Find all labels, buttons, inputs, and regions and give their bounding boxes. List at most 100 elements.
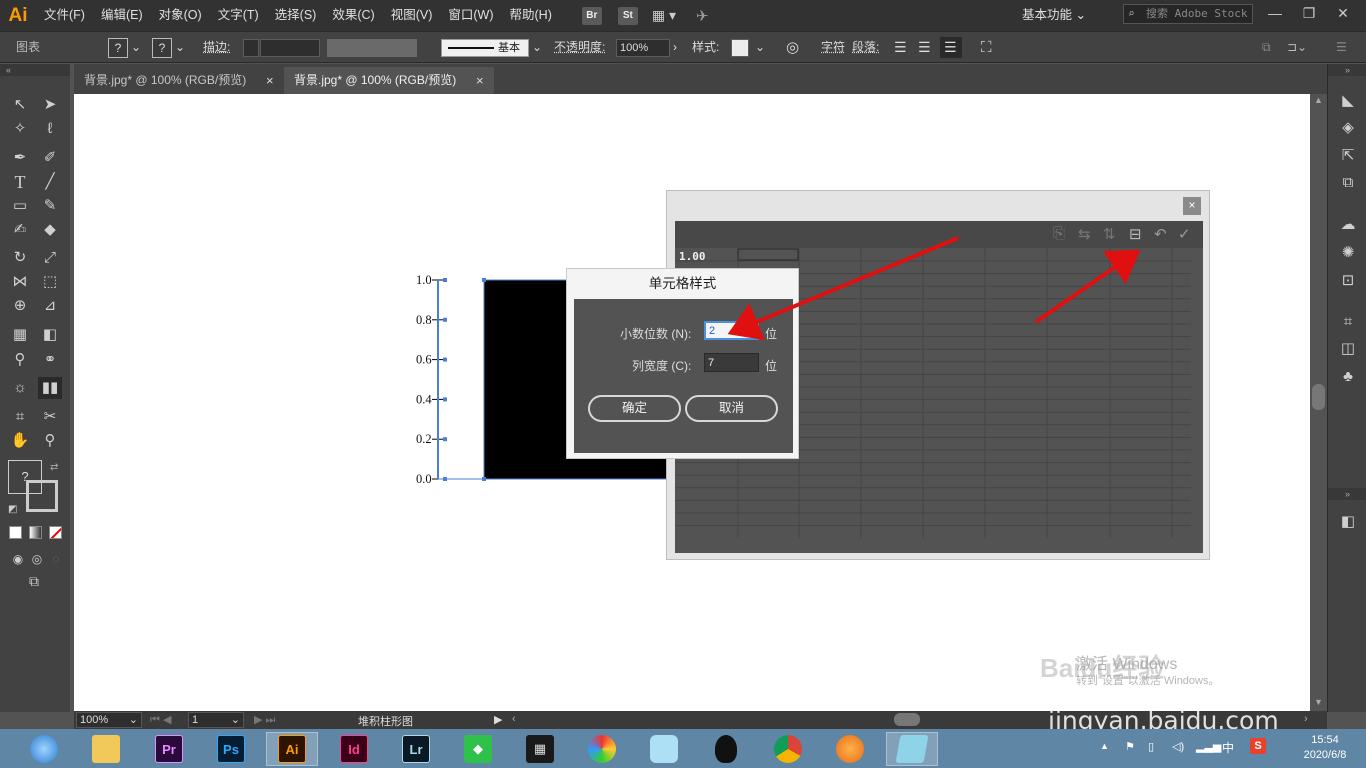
menu-view[interactable]: 视图(V) <box>383 0 441 31</box>
opacity-input[interactable]: 100% <box>616 39 670 57</box>
menu-select[interactable]: 选择(S) <box>267 0 325 31</box>
close-icon[interactable]: × <box>1183 197 1201 215</box>
colorful-app-icon[interactable] <box>576 732 628 766</box>
sogou-ime-icon[interactable]: S <box>1250 738 1266 754</box>
browser-360-icon[interactable] <box>18 732 70 766</box>
hscroll-thumb[interactable] <box>894 713 920 726</box>
menu-edit[interactable]: 编辑(E) <box>93 0 151 31</box>
chrome-icon[interactable] <box>762 732 814 766</box>
cell-style-icon[interactable]: ⊟ <box>1129 225 1142 243</box>
mesh-tool-icon[interactable]: ▦ <box>8 324 32 346</box>
gradient-tool-icon[interactable]: ◧ <box>38 324 62 346</box>
workspace-switcher[interactable]: 基本功能 ⌄ <box>1022 0 1086 31</box>
apply-icon[interactable]: ✓ <box>1178 225 1191 243</box>
menu-file[interactable]: 文件(F) <box>36 0 93 31</box>
tray-volume-icon[interactable]: ◁) <box>1172 740 1184 753</box>
menu-help[interactable]: 帮助(H) <box>502 0 560 31</box>
arrange-documents-icon[interactable]: ▦ ▾ <box>652 7 676 24</box>
opacity-label[interactable]: 不透明度: <box>554 32 605 63</box>
draw-inside-icon[interactable]: ◌ <box>44 548 68 570</box>
magic-wand-tool-icon[interactable]: ✧ <box>8 118 32 140</box>
character-link[interactable]: 字符 <box>821 32 845 63</box>
expand-panel-icon[interactable]: » <box>1328 488 1366 500</box>
close-window-button[interactable]: ✕ <box>1326 0 1360 28</box>
fill-swatch[interactable]: ? <box>108 38 128 58</box>
color-mode-icon[interactable] <box>9 526 22 539</box>
video-editor-icon[interactable]: ▦ <box>514 732 566 766</box>
close-icon[interactable]: × <box>266 67 274 94</box>
selection-handle[interactable] <box>443 357 447 362</box>
switch-xy-icon[interactable]: ⇅ <box>1103 225 1116 243</box>
chevron-down-icon[interactable]: ⌄ <box>131 32 141 63</box>
symbol-sprayer-tool-icon[interactable]: ☼ <box>8 377 32 399</box>
free-transform-tool-icon[interactable]: ⬚ <box>38 271 62 293</box>
isolate-icon[interactable]: ⊐⌄ <box>1287 32 1307 63</box>
chevron-right-icon[interactable]: › <box>673 32 677 63</box>
blend-tool-icon[interactable]: ⚭ <box>38 349 62 371</box>
fox-app-icon[interactable] <box>824 732 876 766</box>
panel-menu-icon[interactable]: ☰ <box>1336 32 1347 63</box>
direct-selection-tool-icon[interactable]: ➤ <box>38 94 62 116</box>
type-tool-icon[interactable]: T <box>8 171 32 193</box>
collapse-panel-icon[interactable]: « <box>0 64 70 76</box>
revert-icon[interactable]: ↶ <box>1154 225 1167 243</box>
pathfinder-icon[interactable]: ◫ <box>1338 339 1358 359</box>
export-icon[interactable]: ⇱ <box>1338 146 1358 166</box>
decimals-input[interactable] <box>704 321 759 340</box>
shape-builder-tool-icon[interactable]: ⊕ <box>8 295 32 317</box>
ime-indicator[interactable]: 中 <box>1222 739 1234 756</box>
paintbrush-tool-icon[interactable]: ✎ <box>38 195 62 217</box>
menu-window[interactable]: 窗口(W) <box>440 0 501 31</box>
stroke-label[interactable]: 描边: <box>203 32 230 63</box>
gradient-mode-icon[interactable] <box>29 526 42 539</box>
transpose-icon[interactable]: ⇆ <box>1078 225 1091 243</box>
minimize-button[interactable]: — <box>1258 0 1292 28</box>
variable-width-profile[interactable] <box>327 39 417 57</box>
eraser-tool-icon[interactable]: ◆ <box>38 219 62 241</box>
ok-button[interactable]: 确定 <box>588 395 681 422</box>
tray-battery-icon[interactable]: ▯ <box>1148 740 1154 753</box>
eyedropper-tool-icon[interactable]: ⚲ <box>8 349 32 371</box>
lasso-tool-icon[interactable]: ℓ <box>38 118 62 140</box>
transform-icon[interactable]: ⛶ <box>981 32 992 63</box>
cell-value[interactable]: 1.00 <box>679 250 706 263</box>
tab-document-2[interactable]: 背景.jpg* @ 100% (RGB/预览) × <box>284 67 494 94</box>
chevron-down-icon[interactable]: ⌄ <box>175 32 185 63</box>
properties-icon[interactable]: ⊡ <box>1338 271 1358 291</box>
illustrator-icon[interactable]: Ai <box>266 732 318 766</box>
stroke-swatch[interactable]: ? <box>152 38 172 58</box>
libraries-icon[interactable]: ☁ <box>1338 215 1358 235</box>
swap-colors-icon[interactable]: ⇄ <box>50 462 58 473</box>
perspective-grid-tool-icon[interactable]: ⊿ <box>38 295 62 317</box>
selection-handle[interactable] <box>443 437 447 442</box>
first-artboard-icon[interactable]: ⏮ ◀ <box>150 713 171 727</box>
artboard-number-input[interactable]: 1 ⌄ <box>188 712 244 728</box>
layers-icon[interactable]: ⧉ <box>1338 173 1358 193</box>
gpu-performance-icon[interactable]: ✈ <box>696 7 709 25</box>
expand-panel-icon[interactable]: » <box>1328 64 1366 76</box>
selection-handle[interactable] <box>443 278 447 282</box>
premiere-icon[interactable]: Pr <box>143 732 195 766</box>
selection-handle[interactable] <box>443 317 447 322</box>
scroll-right-icon[interactable]: › <box>1304 713 1308 725</box>
import-data-icon[interactable]: ⎘ <box>1053 225 1065 242</box>
close-icon[interactable]: × <box>476 67 484 94</box>
symbols-icon[interactable]: ♣ <box>1338 367 1358 387</box>
recolor-artwork-icon[interactable]: ◎ <box>786 32 799 63</box>
artboard-tool-icon[interactable]: ⌗ <box>8 406 32 428</box>
width-tool-icon[interactable]: ⋈ <box>8 271 32 293</box>
none-mode-icon[interactable] <box>49 526 62 539</box>
file-explorer-icon[interactable] <box>80 732 132 766</box>
column-graph-tool-icon[interactable]: ▮▮ <box>38 377 62 399</box>
screen-mode-icon[interactable]: ⧉ <box>22 570 46 592</box>
scroll-up-icon[interactable]: ▲ <box>1314 95 1323 105</box>
color-guide-icon[interactable]: ◣ <box>1338 91 1358 111</box>
stroke-color-swatch[interactable] <box>26 480 58 512</box>
qq-icon[interactable] <box>700 732 752 766</box>
curvature-tool-icon[interactable]: ✐ <box>38 147 62 169</box>
menu-type[interactable]: 文字(T) <box>210 0 267 31</box>
lightroom-icon[interactable]: Lr <box>390 732 442 766</box>
rectangle-tool-icon[interactable]: ▭ <box>8 195 32 217</box>
stock-search-input[interactable]: ⌕ 搜索 Adobe Stock <box>1123 4 1253 24</box>
zoom-input[interactable]: 100% ⌄ <box>76 712 142 728</box>
